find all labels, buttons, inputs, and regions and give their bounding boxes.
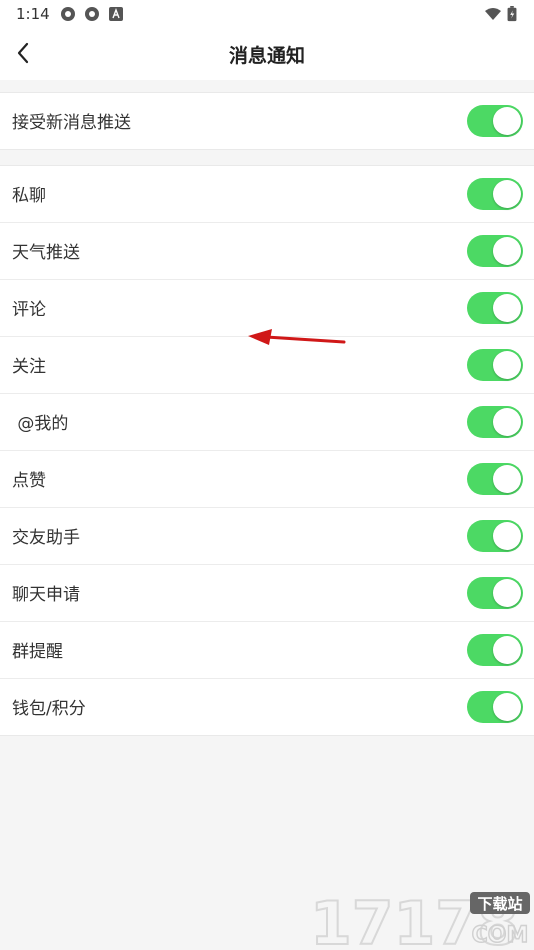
group-reminder-toggle[interactable]	[467, 634, 523, 666]
setting-row-wallet-points: 钱包/积分	[0, 679, 534, 735]
setting-label: 群提醒	[12, 642, 63, 662]
watermark-tag: 下载站	[477, 895, 522, 913]
wifi-icon	[485, 8, 501, 20]
setting-label: 天气推送	[12, 243, 80, 263]
private-chat-toggle[interactable]	[467, 178, 523, 210]
toggle-knob	[493, 351, 521, 379]
gear-icon	[85, 7, 99, 21]
setting-label: 钱包/积分	[12, 699, 86, 719]
friend-assistant-toggle[interactable]	[467, 520, 523, 552]
setting-row-friend-assistant: 交友助手	[0, 508, 534, 565]
setting-row-mention: @我的	[0, 394, 534, 451]
setting-row-group-reminder: 群提醒	[0, 622, 534, 679]
chat-request-toggle[interactable]	[467, 577, 523, 609]
toggle-knob	[493, 408, 521, 436]
settings-list: 私聊 天气推送 评论 关注 @我的 点赞 交友助手 聊天申请 群提醒 钱包/积分	[0, 165, 534, 736]
site-watermark: 17178 下载站 COM	[310, 890, 530, 948]
setting-label: 私聊	[12, 186, 46, 206]
toggle-knob	[493, 180, 521, 208]
toggle-knob	[493, 107, 521, 135]
setting-label: 点赞	[12, 471, 46, 491]
annotation-arrow-icon	[248, 329, 346, 345]
setting-label: 聊天申请	[12, 585, 80, 605]
follow-toggle[interactable]	[467, 349, 523, 381]
setting-row-like: 点赞	[0, 451, 534, 508]
setting-label: 评论	[12, 300, 46, 320]
page-title: 消息通知	[228, 45, 305, 67]
weather-push-toggle[interactable]	[467, 235, 523, 267]
watermark-domain: COM	[472, 923, 529, 948]
setting-label: 交友助手	[12, 528, 80, 548]
setting-label: 接受新消息推送	[12, 113, 131, 133]
setting-label: @我的	[12, 414, 69, 434]
app-a-icon	[109, 7, 123, 21]
toggle-knob	[493, 294, 521, 322]
nav-header: 消息通知	[0, 28, 534, 80]
toggle-knob	[493, 465, 521, 493]
setting-row-receive-push: 接受新消息推送	[0, 93, 534, 149]
mention-toggle[interactable]	[467, 406, 523, 438]
status-time: 1:14	[16, 5, 50, 23]
setting-row-private-chat: 私聊	[0, 166, 534, 223]
toggle-knob	[493, 579, 521, 607]
setting-row-chat-request: 聊天申请	[0, 565, 534, 622]
master-group: 接受新消息推送	[0, 92, 534, 150]
wallet-points-toggle[interactable]	[467, 691, 523, 723]
setting-row-weather: 天气推送	[0, 223, 534, 280]
toggle-knob	[493, 237, 521, 265]
setting-label: 关注	[12, 357, 46, 377]
toggle-knob	[493, 636, 521, 664]
status-bar: 1:14	[0, 0, 534, 28]
toggle-knob	[493, 693, 521, 721]
like-toggle[interactable]	[467, 463, 523, 495]
comment-toggle[interactable]	[467, 292, 523, 324]
battery-icon	[507, 6, 517, 22]
gear-icon	[61, 7, 75, 21]
toggle-knob	[493, 522, 521, 550]
receive-push-toggle[interactable]	[467, 105, 523, 137]
